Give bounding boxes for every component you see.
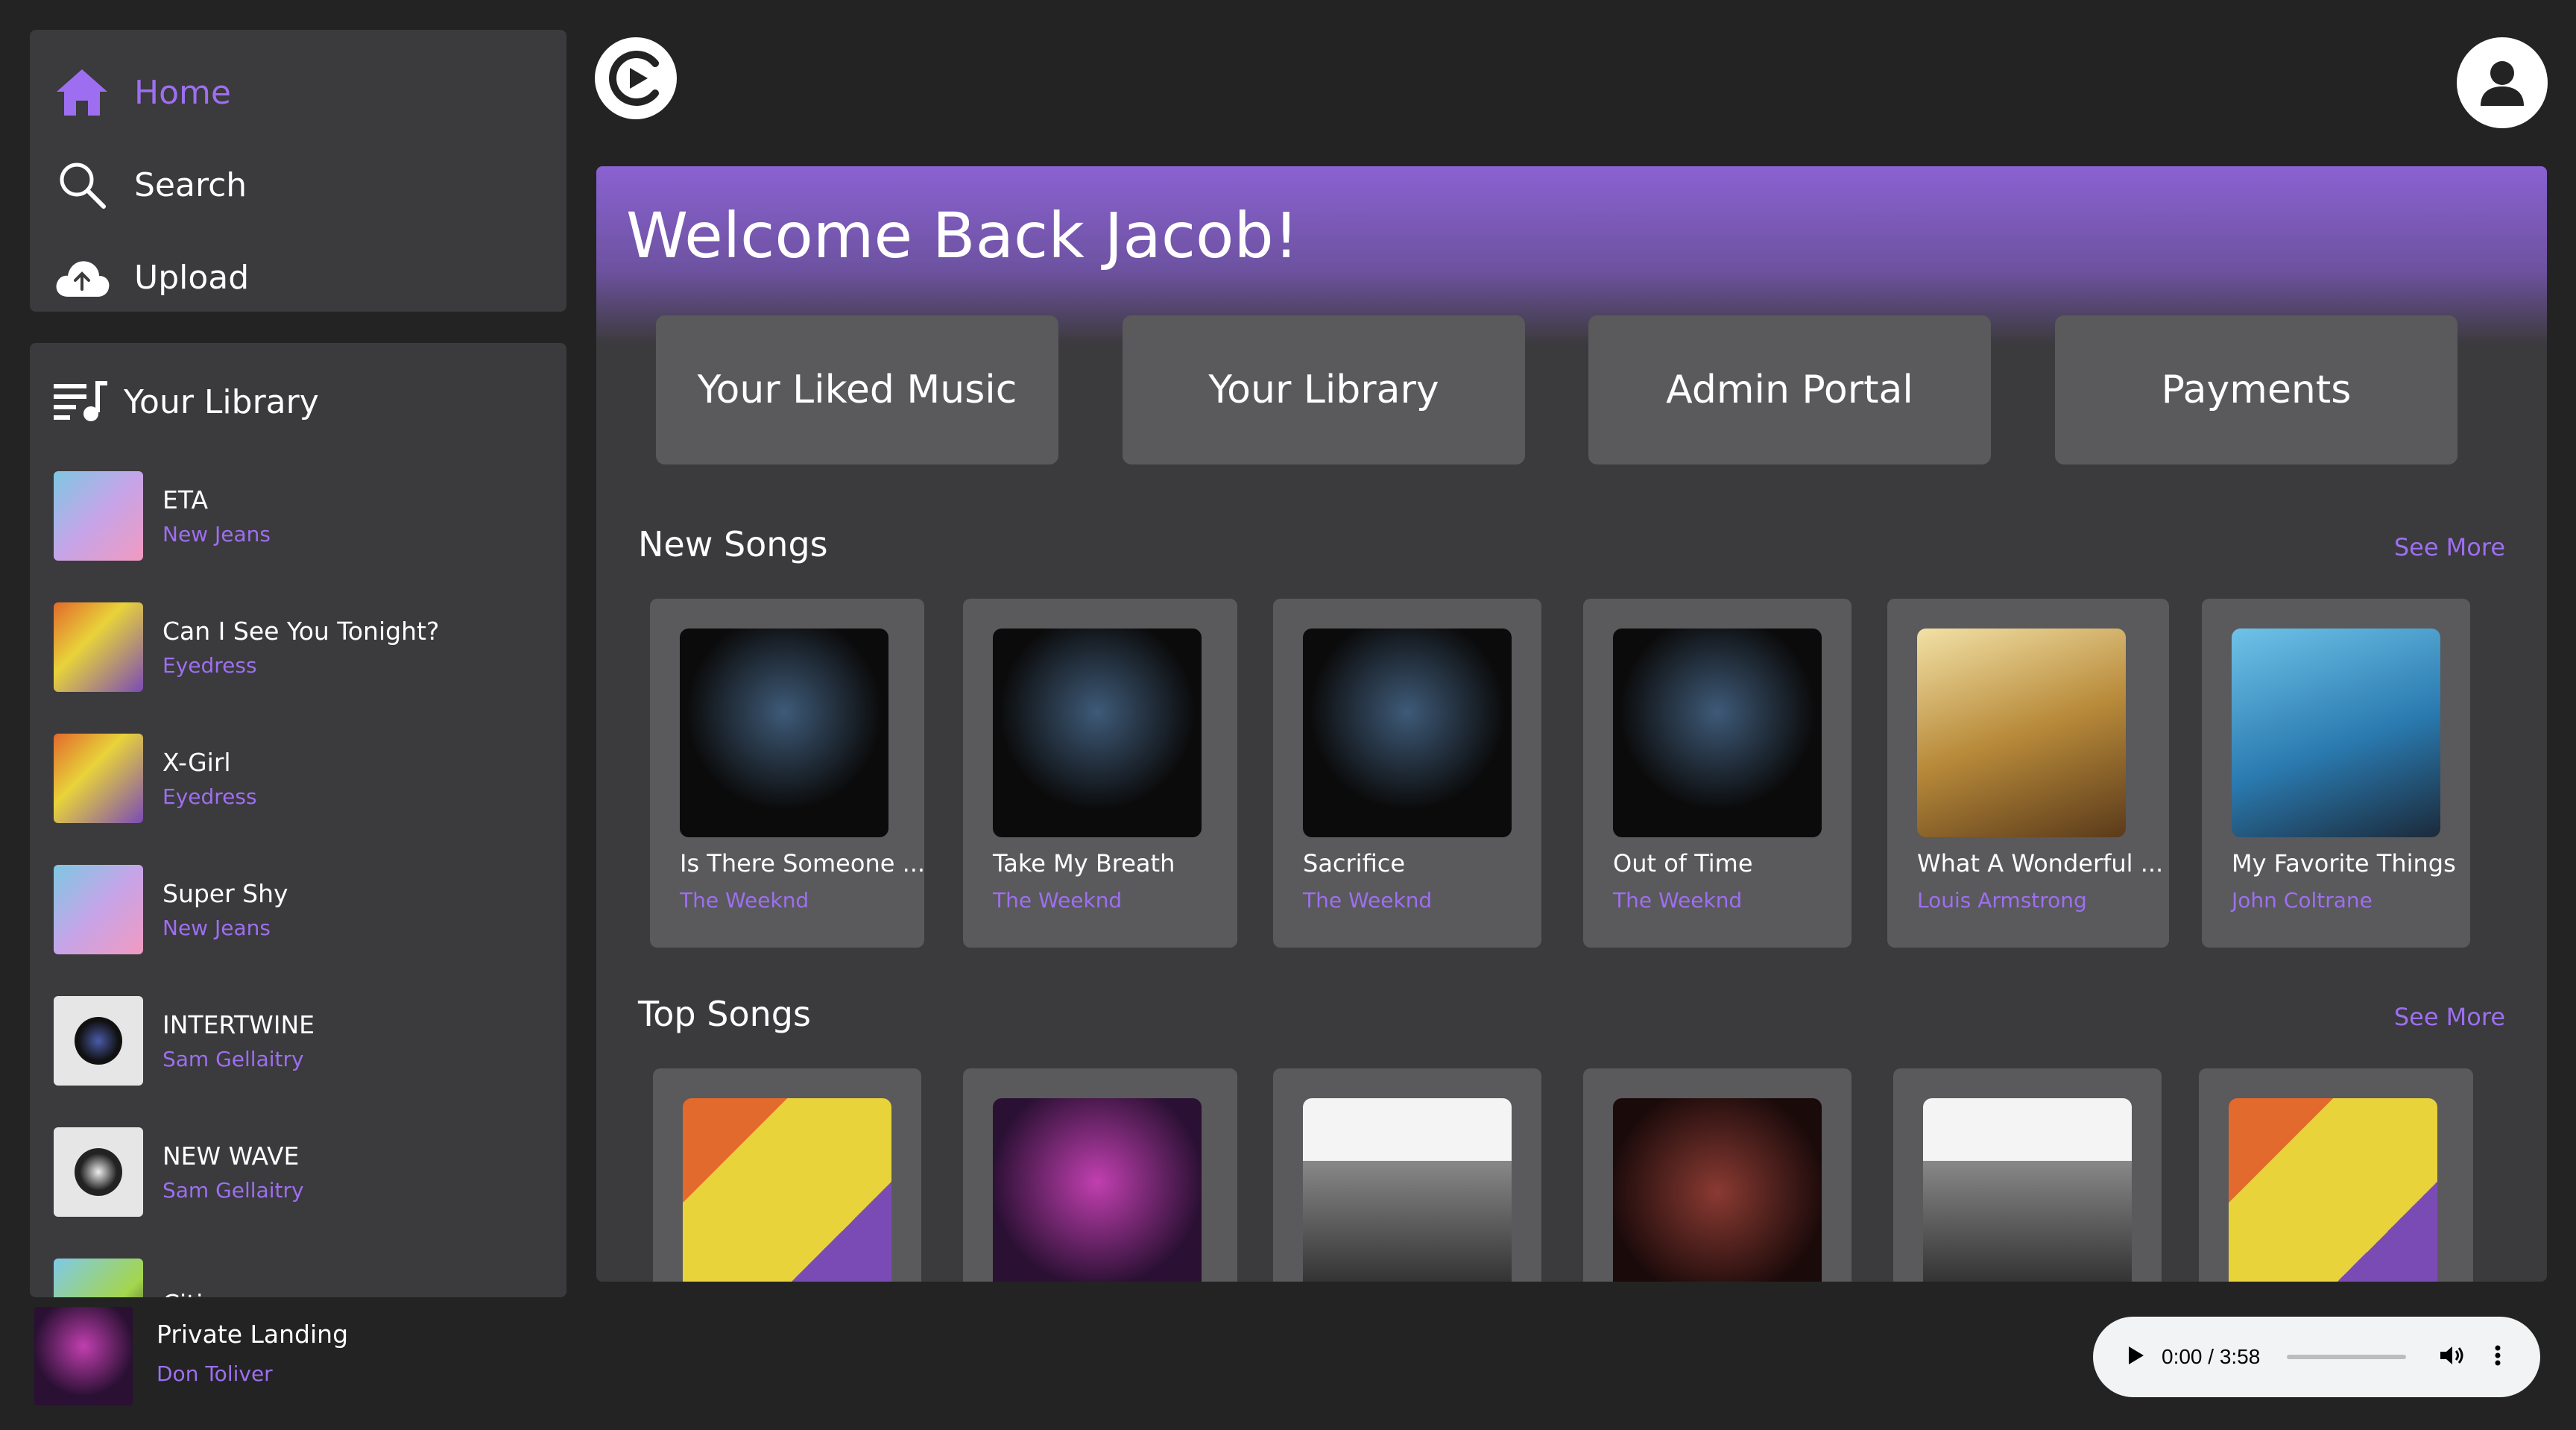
- song-artist[interactable]: The Weeknd: [680, 888, 809, 913]
- library-title: Your Library: [124, 382, 319, 421]
- playback-time: 0:00 / 3:58: [2162, 1345, 2261, 1368]
- nav-label-search: Search: [134, 166, 247, 204]
- song-title: Sacrifice: [1303, 849, 1405, 878]
- now-playing-art: [34, 1307, 133, 1405]
- album-art: [1923, 1098, 2132, 1282]
- sidebar-nav: Home Search Upload: [30, 30, 566, 312]
- top-songs-title: Top Songs: [638, 994, 811, 1034]
- album-art: [1917, 629, 2126, 837]
- song-card[interactable]: [1273, 1068, 1541, 1282]
- admin-portal-button[interactable]: Admin Portal: [1588, 315, 1991, 464]
- song-title: My Favorite Things: [2232, 849, 2456, 878]
- library-item-title: INTERTWINE: [162, 1010, 315, 1039]
- your-library-button[interactable]: Your Library: [1123, 315, 1525, 464]
- song-artist[interactable]: John Coltrane: [2232, 888, 2373, 913]
- song-card[interactable]: [1583, 1068, 1852, 1282]
- library-item-title: ETA: [162, 485, 209, 514]
- library-item-title: NEW WAVE: [162, 1141, 300, 1171]
- nav-label-home: Home: [134, 73, 231, 112]
- nav-label-upload: Upload: [134, 258, 250, 297]
- song-title: Is There Someone ...: [680, 849, 926, 878]
- library-item-title: Super Shy: [162, 879, 288, 908]
- library-panel: Your Library ETA New Jeans Can I See You…: [30, 343, 566, 1297]
- library-item[interactable]: NEW WAVE Sam Gellaitry: [30, 1106, 566, 1238]
- nav-item-upload[interactable]: Upload: [52, 231, 544, 324]
- user-avatar-icon[interactable]: [2457, 37, 2548, 128]
- volume-icon[interactable]: [2439, 1344, 2466, 1370]
- album-art: [54, 1127, 143, 1217]
- album-art: [1613, 1098, 1822, 1282]
- library-item-title: X-Girl: [162, 748, 231, 777]
- library-item-artist[interactable]: New Jeans: [162, 916, 288, 940]
- song-card[interactable]: What A Wonderful ... Louis Armstrong: [1887, 599, 2169, 948]
- new-songs-title: New Songs: [638, 524, 828, 564]
- nav-item-home[interactable]: Home: [52, 46, 544, 139]
- search-icon: [52, 155, 112, 215]
- song-card[interactable]: [963, 1068, 1237, 1282]
- liked-music-button[interactable]: Your Liked Music: [656, 315, 1058, 464]
- song-card[interactable]: My Favorite Things John Coltrane: [2202, 599, 2470, 948]
- album-art: [993, 629, 1202, 837]
- library-item[interactable]: Can I See You Tonight? Eyedress: [30, 582, 566, 713]
- library-item-artist[interactable]: Sam Gellaitry: [162, 1178, 304, 1203]
- play-logo-icon[interactable]: [595, 37, 677, 119]
- audio-player: 0:00 / 3:58: [2093, 1317, 2540, 1397]
- play-icon[interactable]: [2123, 1344, 2147, 1370]
- payments-button[interactable]: Payments: [2055, 315, 2457, 464]
- album-art: [54, 471, 143, 561]
- library-item[interactable]: INTERTWINE Sam Gellaitry: [30, 975, 566, 1106]
- song-card[interactable]: Out of Time The Weeknd: [1583, 599, 1852, 948]
- album-art: [993, 1098, 1202, 1282]
- album-art: [683, 1098, 891, 1282]
- song-card[interactable]: Is There Someone ... The Weeknd: [650, 599, 926, 948]
- library-item-title: Can I See You Tonight?: [162, 617, 440, 646]
- song-card[interactable]: [2199, 1068, 2473, 1282]
- album-art: [54, 1259, 143, 1297]
- library-header[interactable]: Your Library: [30, 353, 566, 450]
- progress-slider[interactable]: [2287, 1355, 2407, 1359]
- library-item[interactable]: Super Shy New Jeans: [30, 844, 566, 975]
- song-title: What A Wonderful ...: [1917, 849, 2164, 878]
- song-title: Out of Time: [1613, 849, 1753, 878]
- library-item[interactable]: X-Girl Eyedress: [30, 713, 566, 844]
- song-card[interactable]: Take My Breath The Weeknd: [963, 599, 1237, 948]
- new-songs-see-more[interactable]: See More: [2394, 533, 2505, 561]
- main-panel: Welcome Back Jacob! Your Liked Music You…: [596, 166, 2547, 1282]
- song-card[interactable]: [653, 1068, 921, 1282]
- cloud-upload-icon: [52, 248, 112, 307]
- album-art: [54, 996, 143, 1086]
- album-art: [54, 602, 143, 692]
- album-art: [1613, 629, 1822, 837]
- library-item-title: Cities: [162, 1289, 231, 1298]
- library-item-artist[interactable]: New Jeans: [162, 522, 271, 547]
- album-art: [54, 865, 143, 954]
- album-art: [680, 629, 888, 837]
- song-artist[interactable]: The Weeknd: [1613, 888, 1742, 913]
- now-playing-title: Private Landing: [157, 1320, 349, 1349]
- song-artist[interactable]: Louis Armstrong: [1917, 888, 2087, 913]
- song-title: Take My Breath: [993, 849, 1175, 878]
- song-card[interactable]: Sacrifice The Weeknd: [1273, 599, 1541, 948]
- playlist-icon: [52, 378, 109, 426]
- nav-item-search[interactable]: Search: [52, 139, 544, 231]
- library-item-artist[interactable]: Sam Gellaitry: [162, 1047, 315, 1071]
- home-icon: [52, 63, 112, 122]
- top-songs-see-more[interactable]: See More: [2394, 1003, 2505, 1031]
- album-art: [1303, 1098, 1512, 1282]
- library-item[interactable]: ETA New Jeans: [30, 450, 566, 582]
- now-playing-artist[interactable]: Don Toliver: [157, 1361, 273, 1386]
- welcome-heading: Welcome Back Jacob!: [626, 199, 1299, 272]
- album-art: [54, 734, 143, 823]
- album-art: [1303, 629, 1512, 837]
- more-options-icon[interactable]: [2494, 1344, 2501, 1370]
- song-artist[interactable]: The Weeknd: [993, 888, 1122, 913]
- album-art: [2229, 1098, 2437, 1282]
- library-item-artist[interactable]: Eyedress: [162, 653, 439, 678]
- library-item[interactable]: Cities: [30, 1238, 566, 1297]
- song-artist[interactable]: The Weeknd: [1303, 888, 1432, 913]
- song-card[interactable]: [1893, 1068, 2162, 1282]
- album-art: [2232, 629, 2440, 837]
- library-item-artist[interactable]: Eyedress: [162, 784, 257, 809]
